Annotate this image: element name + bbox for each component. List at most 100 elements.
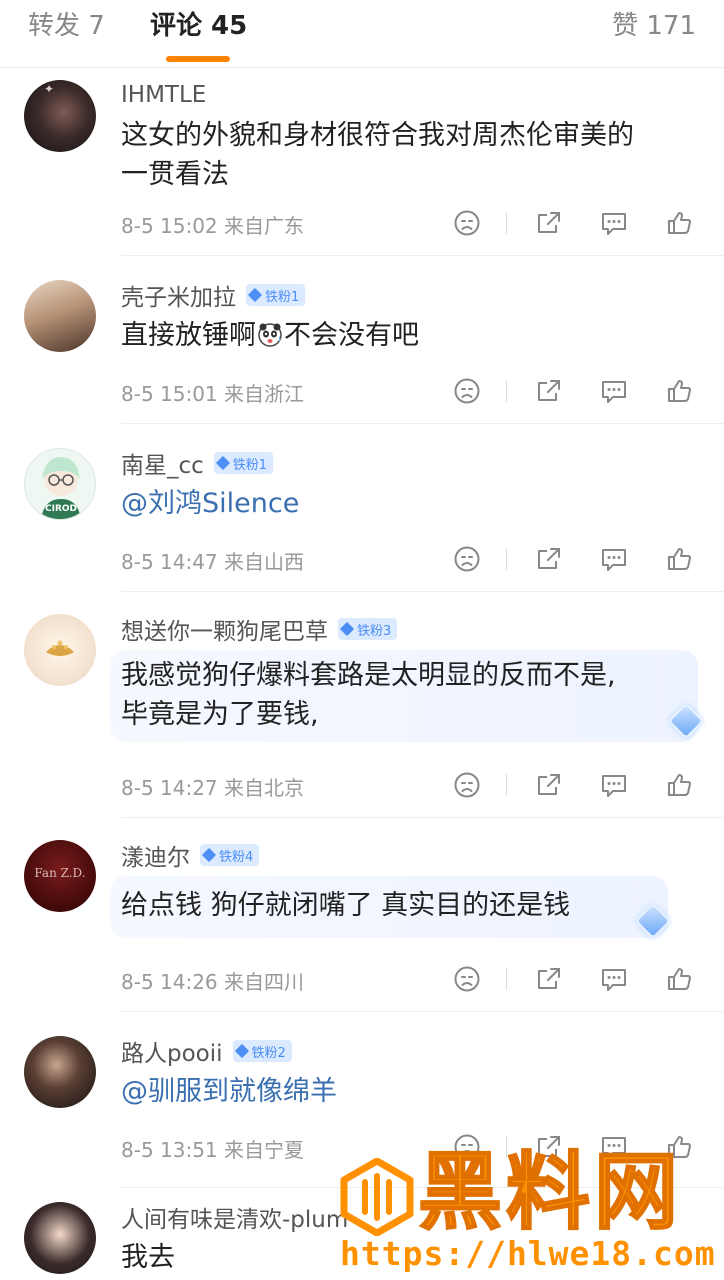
tab-likes[interactable]: 赞 171	[612, 10, 696, 42]
action-divider	[506, 380, 507, 402]
avatar[interactable]: Fan Z.D.	[24, 840, 96, 912]
like-icon[interactable]	[662, 962, 696, 996]
avatar[interactable]: CIROD	[24, 448, 96, 520]
watermark-title: 黑料网	[417, 1142, 683, 1242]
avatar[interactable]	[24, 614, 96, 686]
avatar-art	[46, 640, 74, 656]
fan-badge: 铁粉2	[232, 1040, 292, 1062]
fan-badge-label: 铁粉1	[265, 289, 300, 305]
username[interactable]: 漾迪尔	[121, 838, 190, 872]
like-icon[interactable]	[662, 374, 696, 408]
action-divider	[506, 774, 507, 796]
comment-text-line: 毕竟是为了要钱,	[121, 699, 319, 730]
watermark-url: https://hlwe18.com	[340, 1234, 716, 1273]
diamond-icon	[234, 1043, 249, 1059]
comment-text-line: 我感觉狗仔爆料套路是太明显的反而不是,	[121, 660, 616, 691]
diamond-icon	[215, 455, 230, 471]
username[interactable]: 路人pooii	[121, 1034, 223, 1068]
panda-emoji-icon	[257, 320, 283, 359]
fan-badge: 铁粉3	[338, 618, 398, 640]
tab-comments[interactable]: 评论 45	[150, 10, 247, 42]
comment-header: 路人pooii 铁粉2	[121, 1034, 292, 1068]
comment-icon[interactable]	[597, 374, 631, 408]
mention-link[interactable]: @驯服到就像绵羊	[121, 1072, 337, 1111]
comment-text: 直接放锤啊 不会没有吧	[121, 316, 419, 359]
diamond-sparkle-icon	[634, 902, 672, 940]
comment-icon[interactable]	[597, 768, 631, 802]
comment-meta: 8-5 14:27 来自北京	[121, 776, 305, 800]
fan-badge-label: 铁粉2	[251, 1045, 286, 1061]
diamond-icon	[247, 287, 263, 303]
comment-item: 壳子米加拉 铁粉1 直接放锤啊 不会没有吧 8-5 15:01 来自浙江	[0, 256, 724, 424]
comment-icon[interactable]	[597, 542, 631, 576]
comment-text-line: 这女的外貌和身材很符合我对周杰伦审美的	[121, 120, 634, 151]
comment-item: 想送你一颗狗尾巴草 铁粉3 我感觉狗仔爆料套路是太明显的反而不是, 毕竟是为了要…	[0, 592, 724, 818]
dislike-icon[interactable]	[450, 542, 484, 576]
avatar[interactable]: ✦	[24, 80, 96, 152]
share-icon[interactable]	[532, 962, 566, 996]
comment-header: 漾迪尔 铁粉4	[121, 838, 260, 872]
dislike-icon[interactable]	[450, 206, 484, 240]
comment-text-line: 一贯看法	[121, 159, 229, 190]
fan-badge-label: 铁粉4	[219, 849, 254, 865]
like-icon[interactable]	[662, 206, 696, 240]
comment-actions	[440, 962, 700, 996]
fan-badge-label: 铁粉3	[357, 623, 392, 639]
share-icon[interactable]	[532, 206, 566, 240]
mention-link[interactable]: @刘鸿Silence	[121, 484, 299, 523]
share-icon[interactable]	[532, 374, 566, 408]
fan-badge-label: 铁粉1	[232, 457, 268, 473]
diamond-icon	[339, 621, 355, 637]
share-icon[interactable]	[532, 768, 566, 802]
comment-text-part: 不会没有吧	[284, 320, 419, 351]
fan-badge: 铁粉1	[213, 452, 274, 474]
comment-icon[interactable]	[597, 962, 631, 996]
comment-text: 给点钱 狗仔就闭嘴了 真实目的还是钱	[121, 890, 571, 921]
comment-actions	[440, 768, 700, 802]
username[interactable]: 壳子米加拉	[121, 278, 236, 312]
comment-meta: 8-5 15:02 来自广东	[121, 214, 305, 238]
active-tab-indicator	[166, 56, 230, 62]
action-divider	[506, 968, 507, 990]
comment-actions	[440, 206, 700, 240]
fan-badge: 铁粉4	[200, 844, 260, 866]
username[interactable]: 南星_cc	[121, 446, 204, 480]
tab-reposts[interactable]: 转发 7	[28, 10, 105, 42]
like-icon[interactable]	[662, 542, 696, 576]
username[interactable]: IHMTLE	[121, 82, 206, 108]
like-icon[interactable]	[662, 768, 696, 802]
action-divider	[506, 212, 507, 234]
avatar-caption: Fan Z.D.	[34, 866, 86, 880]
comment-header: 壳子米加拉 铁粉1	[121, 278, 306, 312]
comment-item: Fan Z.D. 漾迪尔 铁粉4 给点钱 狗仔就闭嘴了 真实目的还是钱 8-5 …	[0, 818, 724, 1012]
avatar-caption: CIROD	[44, 504, 77, 514]
comment-header: 人间有味是清欢-plum	[121, 1200, 348, 1234]
username[interactable]: 人间有味是清欢-plum	[121, 1200, 348, 1234]
dislike-icon[interactable]	[450, 962, 484, 996]
watermark-logo	[338, 1157, 416, 1237]
comment-tabs: 转发 7 评论 45 赞 171	[0, 0, 724, 68]
comment-actions	[440, 542, 700, 576]
comment-meta: 8-5 14:47 来自山西	[121, 550, 305, 574]
avatar[interactable]	[24, 280, 96, 352]
comment-meta: 8-5 15:01 来自浙江	[121, 382, 305, 406]
diamond-icon	[201, 847, 217, 863]
comment-header: IHMTLE	[121, 80, 206, 110]
comment-actions	[440, 374, 700, 408]
comment-header: 想送你一颗狗尾巴草 铁粉3	[121, 612, 398, 646]
action-divider	[506, 548, 507, 570]
avatar[interactable]	[24, 1202, 96, 1274]
comment-text-part: 直接放锤啊	[121, 320, 256, 351]
avatar-art: ✦	[44, 82, 55, 96]
avatar[interactable]	[24, 1036, 96, 1108]
dislike-icon[interactable]	[450, 768, 484, 802]
dislike-icon[interactable]	[450, 374, 484, 408]
comment-icon[interactable]	[597, 206, 631, 240]
comment-item: CIROD 南星_cc 铁粉1 @刘鸿Silence 8-5 14:47 来自山…	[0, 424, 724, 592]
comment-header: 南星_cc 铁粉1	[121, 446, 274, 480]
fan-badge: 铁粉1	[246, 284, 306, 306]
comment-text: 我去	[121, 1242, 175, 1273]
comment-meta: 8-5 14:26 来自四川	[121, 970, 305, 994]
username[interactable]: 想送你一颗狗尾巴草	[121, 612, 328, 646]
share-icon[interactable]	[532, 542, 566, 576]
